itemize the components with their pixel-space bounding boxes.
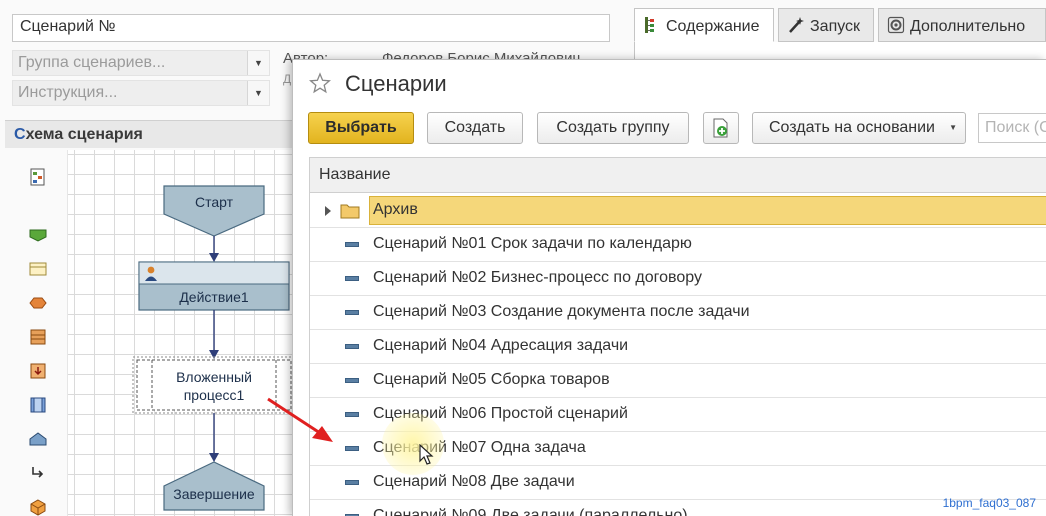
chevron-down-icon: ▼ xyxy=(949,123,957,132)
row-label: Сценарий №01 Срок задачи по календарю xyxy=(373,235,692,252)
row-label: Сценарий №06 Простой сценарий xyxy=(373,405,628,422)
row-label: Архив xyxy=(373,201,418,218)
table-row[interactable]: Сценарий №03 Создание документа после за… xyxy=(310,296,1046,330)
scenarios-dialog: Сценарии Выбрать Создать Создать группу … xyxy=(292,59,1046,516)
row-label: Сценарий №08 Две задачи xyxy=(373,473,575,490)
column-name-header[interactable]: Название xyxy=(319,166,391,184)
item-icon xyxy=(345,412,359,417)
action-node-header xyxy=(138,261,290,285)
table-row[interactable]: Сценарий №05 Сборка товаров xyxy=(310,364,1046,398)
watermark-label: 1bpm_faq03_087 xyxy=(942,496,1036,510)
tab-content-label: Содержание xyxy=(666,18,760,35)
tree-icon xyxy=(645,17,654,33)
subprocess-node-label-1: Вложенный xyxy=(176,369,252,385)
row-label: Сценарий №05 Сборка товаров xyxy=(373,371,610,388)
table-header: Название xyxy=(310,158,1046,193)
table-row[interactable]: Архив xyxy=(310,194,1046,228)
create-group-button[interactable]: Создать группу xyxy=(537,112,689,144)
item-icon xyxy=(345,242,359,247)
add-copy-button[interactable] xyxy=(703,112,739,144)
dialog-title: Сценарии xyxy=(345,71,447,96)
table-row[interactable]: Сценарий №02 Бизнес-процесс по договору xyxy=(310,262,1046,296)
choose-button[interactable]: Выбрать xyxy=(308,112,414,144)
item-icon xyxy=(345,310,359,315)
tab-run[interactable]: Запуск xyxy=(778,8,874,42)
connector-arrowhead xyxy=(209,253,219,262)
item-icon xyxy=(345,344,359,349)
create-button[interactable]: Создать xyxy=(427,112,523,144)
table-row[interactable]: Сценарий №06 Простой сценарий xyxy=(310,398,1046,432)
row-label: Сценарий №09 Две задачи (параллельно) xyxy=(373,507,688,516)
tab-extra[interactable]: Дополнительно xyxy=(878,8,1046,42)
tab-run-label: Запуск xyxy=(810,18,861,35)
table-body: Архив Сценарий №01 Срок задачи по календ… xyxy=(310,194,1046,516)
mouse-cursor-icon xyxy=(419,444,434,465)
action-node-label: Действие1 xyxy=(179,289,249,305)
tab-panel xyxy=(634,42,1046,60)
item-icon xyxy=(345,446,359,451)
tab-content[interactable]: Содержание xyxy=(634,8,774,42)
selected-cell xyxy=(369,196,1046,225)
search-input[interactable]: Поиск (С xyxy=(978,113,1046,143)
add-document-icon xyxy=(713,118,728,138)
subprocess-node-label-2: процесс1 xyxy=(184,387,245,403)
table-row[interactable]: Сценарий №09 Две задачи (параллельно) xyxy=(310,500,1046,516)
item-icon xyxy=(345,276,359,281)
item-icon xyxy=(345,480,359,485)
row-label: Сценарий №04 Адресация задачи xyxy=(373,337,629,354)
table-row[interactable]: Сценарий №08 Две задачи xyxy=(310,466,1046,500)
end-node-label: Завершение xyxy=(173,486,255,502)
start-node-label: Старт xyxy=(195,194,234,210)
create-on-basis-label: Создать на основании xyxy=(769,119,935,136)
folder-icon xyxy=(340,204,360,219)
connector-arrowhead xyxy=(209,453,219,462)
table-row[interactable]: Сценарий №01 Срок задачи по календарю xyxy=(310,228,1046,262)
table-row[interactable]: Сценарий №04 Адресация задачи xyxy=(310,330,1046,364)
create-on-basis-button[interactable]: Создать на основании ▼ xyxy=(752,112,966,144)
connector-arrowhead xyxy=(209,350,219,359)
star-icon[interactable] xyxy=(309,72,331,94)
expand-triangle-icon[interactable] xyxy=(325,206,331,216)
wand-icon xyxy=(789,17,804,33)
row-label: Сценарий №02 Бизнес-процесс по договору xyxy=(373,269,702,286)
gear-icon xyxy=(887,16,905,34)
flow-diagram: Старт Действие1 Вложенный процесс1 Завер… xyxy=(132,185,292,511)
row-label: Сценарий №03 Создание документа после за… xyxy=(373,303,750,320)
form-tabs: Содержание Запуск Дополнительно xyxy=(628,6,1046,42)
row-label: Сценарий №07 Одна задача xyxy=(373,439,586,456)
tab-extra-label: Дополнительно xyxy=(910,18,1026,35)
item-icon xyxy=(345,378,359,383)
